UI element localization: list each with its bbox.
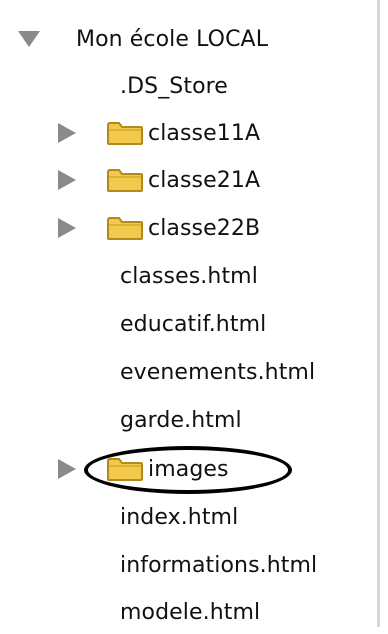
tree-item-label: .DS_Store [120,73,228,99]
tree-item-label: classe21A [148,167,261,193]
folder-icon [106,168,144,192]
tree-root[interactable]: Mon école LOCAL [18,17,268,61]
tree-item-garde-html[interactable]: garde.html [120,398,242,442]
tree-folder-classe21a[interactable]: classe21A [58,158,260,202]
tree-folder-classe22b[interactable]: classe22B [58,206,260,250]
folder-icon [106,121,144,145]
triangle-right-icon[interactable] [58,170,76,190]
tree-item-label: modele.html [120,599,261,625]
folder-icon [106,216,144,240]
tree-item-label: educatif.html [120,311,267,337]
tree-item-label: evenements.html [120,359,316,385]
tree-item-index-html[interactable]: index.html [120,495,238,539]
tree-item-classes-html[interactable]: classes.html [120,254,258,298]
tree-item-label: images [148,456,229,482]
triangle-right-icon[interactable] [58,123,76,143]
tree-item-label: classes.html [120,263,258,289]
file-tree-panel: Mon école LOCAL .DS_Store classe11A clas… [0,0,380,627]
tree-item-ds-store[interactable]: .DS_Store [120,64,228,108]
triangle-down-icon[interactable] [18,31,40,47]
tree-item-educatif-html[interactable]: educatif.html [120,302,266,346]
tree-item-modele-html[interactable]: modele.html [120,590,260,634]
tree-item-label: index.html [120,504,239,530]
tree-item-evenements-html[interactable]: evenements.html [120,350,315,394]
tree-folder-classe11a[interactable]: classe11A [58,111,260,155]
tree-root-label: Mon école LOCAL [76,26,269,52]
tree-item-label: garde.html [120,407,242,433]
triangle-right-icon[interactable] [58,459,76,479]
tree-item-informations-html[interactable]: informations.html [120,543,317,587]
tree-item-label: classe22B [148,215,261,241]
tree-item-label: classe11A [148,120,261,146]
folder-icon [106,457,144,481]
tree-item-label: informations.html [120,552,318,578]
tree-folder-images[interactable]: images [58,447,229,491]
triangle-right-icon[interactable] [58,218,76,238]
